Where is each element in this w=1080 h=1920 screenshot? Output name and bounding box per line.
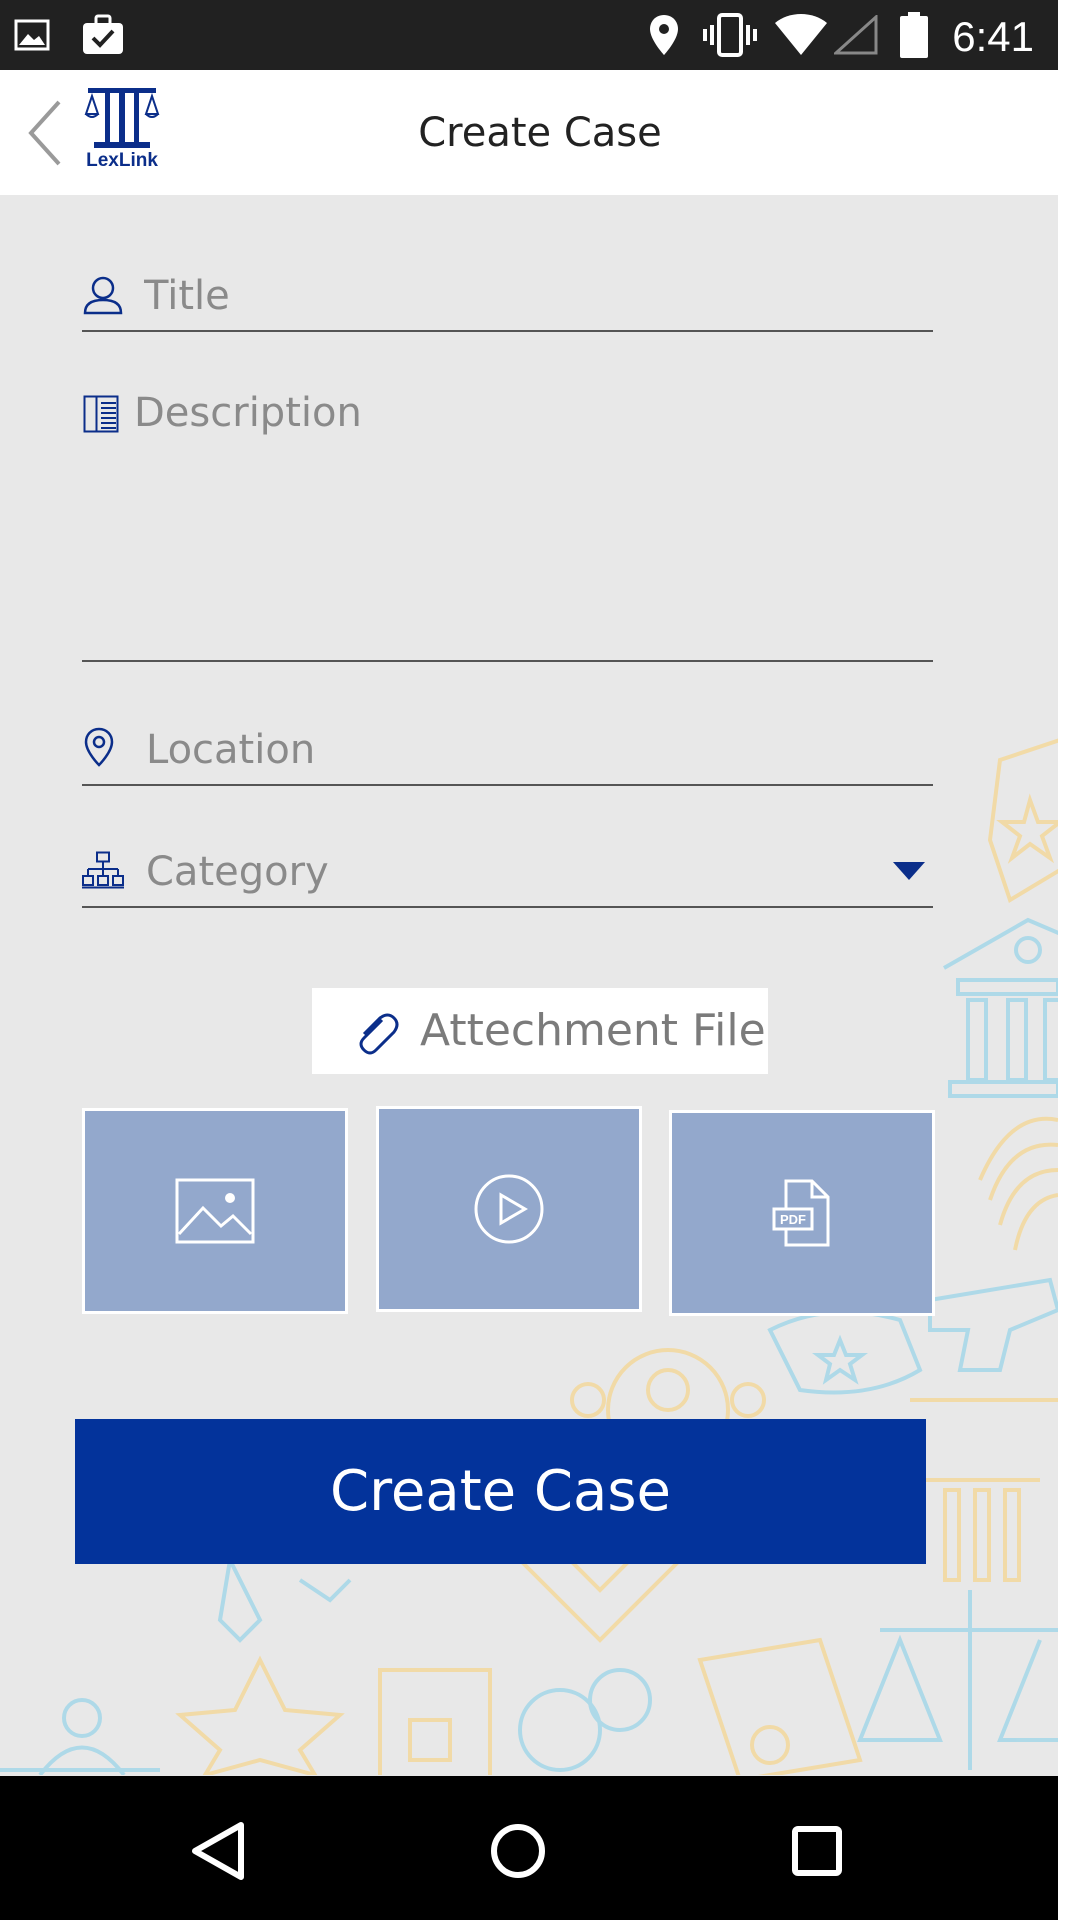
attach-image-tile[interactable] xyxy=(82,1108,348,1314)
page-title: Create Case xyxy=(418,110,662,156)
title-field xyxy=(82,262,933,332)
back-triangle-icon xyxy=(192,1822,244,1880)
pdf-icon: PDF xyxy=(772,1179,830,1247)
app-bar: LexLink Create Case xyxy=(0,70,1080,195)
attachment-label: Attechment File xyxy=(420,1005,766,1056)
category-select[interactable] xyxy=(82,838,933,908)
user-icon xyxy=(82,274,124,316)
image-notification-icon xyxy=(12,0,52,70)
nav-home-button[interactable] xyxy=(473,1806,563,1896)
system-nav-bar xyxy=(0,1776,1058,1920)
dropdown-arrow-icon[interactable] xyxy=(893,862,925,880)
create-case-button[interactable]: Create Case xyxy=(75,1419,926,1564)
description-lines-icon xyxy=(82,394,120,434)
right-edge-strip xyxy=(1058,0,1080,1920)
attach-pdf-tile[interactable]: PDF xyxy=(669,1110,935,1316)
hierarchy-icon xyxy=(82,850,124,890)
title-input[interactable] xyxy=(144,266,924,326)
description-field xyxy=(82,390,933,662)
location-input[interactable] xyxy=(146,720,926,780)
home-circle-icon xyxy=(491,1824,545,1878)
signal-icon xyxy=(834,0,878,70)
location-pin-icon xyxy=(82,726,116,768)
nav-back-button[interactable] xyxy=(174,1806,264,1896)
location-field xyxy=(82,714,933,786)
attach-video-tile[interactable] xyxy=(376,1106,642,1312)
vibrate-icon xyxy=(700,0,760,70)
battery-icon xyxy=(896,0,932,70)
play-icon xyxy=(474,1174,544,1244)
paperclip-icon xyxy=(359,1013,399,1055)
wifi-icon xyxy=(772,0,830,70)
description-input[interactable] xyxy=(134,390,924,650)
location-icon xyxy=(644,0,684,70)
status-time: 6:41 xyxy=(952,13,1034,60)
briefcase-check-icon xyxy=(80,0,126,70)
svg-text:PDF: PDF xyxy=(780,1212,806,1227)
status-bar: 6:41 xyxy=(0,0,1058,70)
image-icon xyxy=(175,1178,255,1244)
attachment-file-button[interactable]: Attechment File xyxy=(312,988,768,1074)
recents-square-icon xyxy=(792,1826,842,1876)
nav-recents-button[interactable] xyxy=(772,1806,862,1896)
shield-deco xyxy=(987,738,1058,903)
category-input[interactable] xyxy=(146,842,846,902)
